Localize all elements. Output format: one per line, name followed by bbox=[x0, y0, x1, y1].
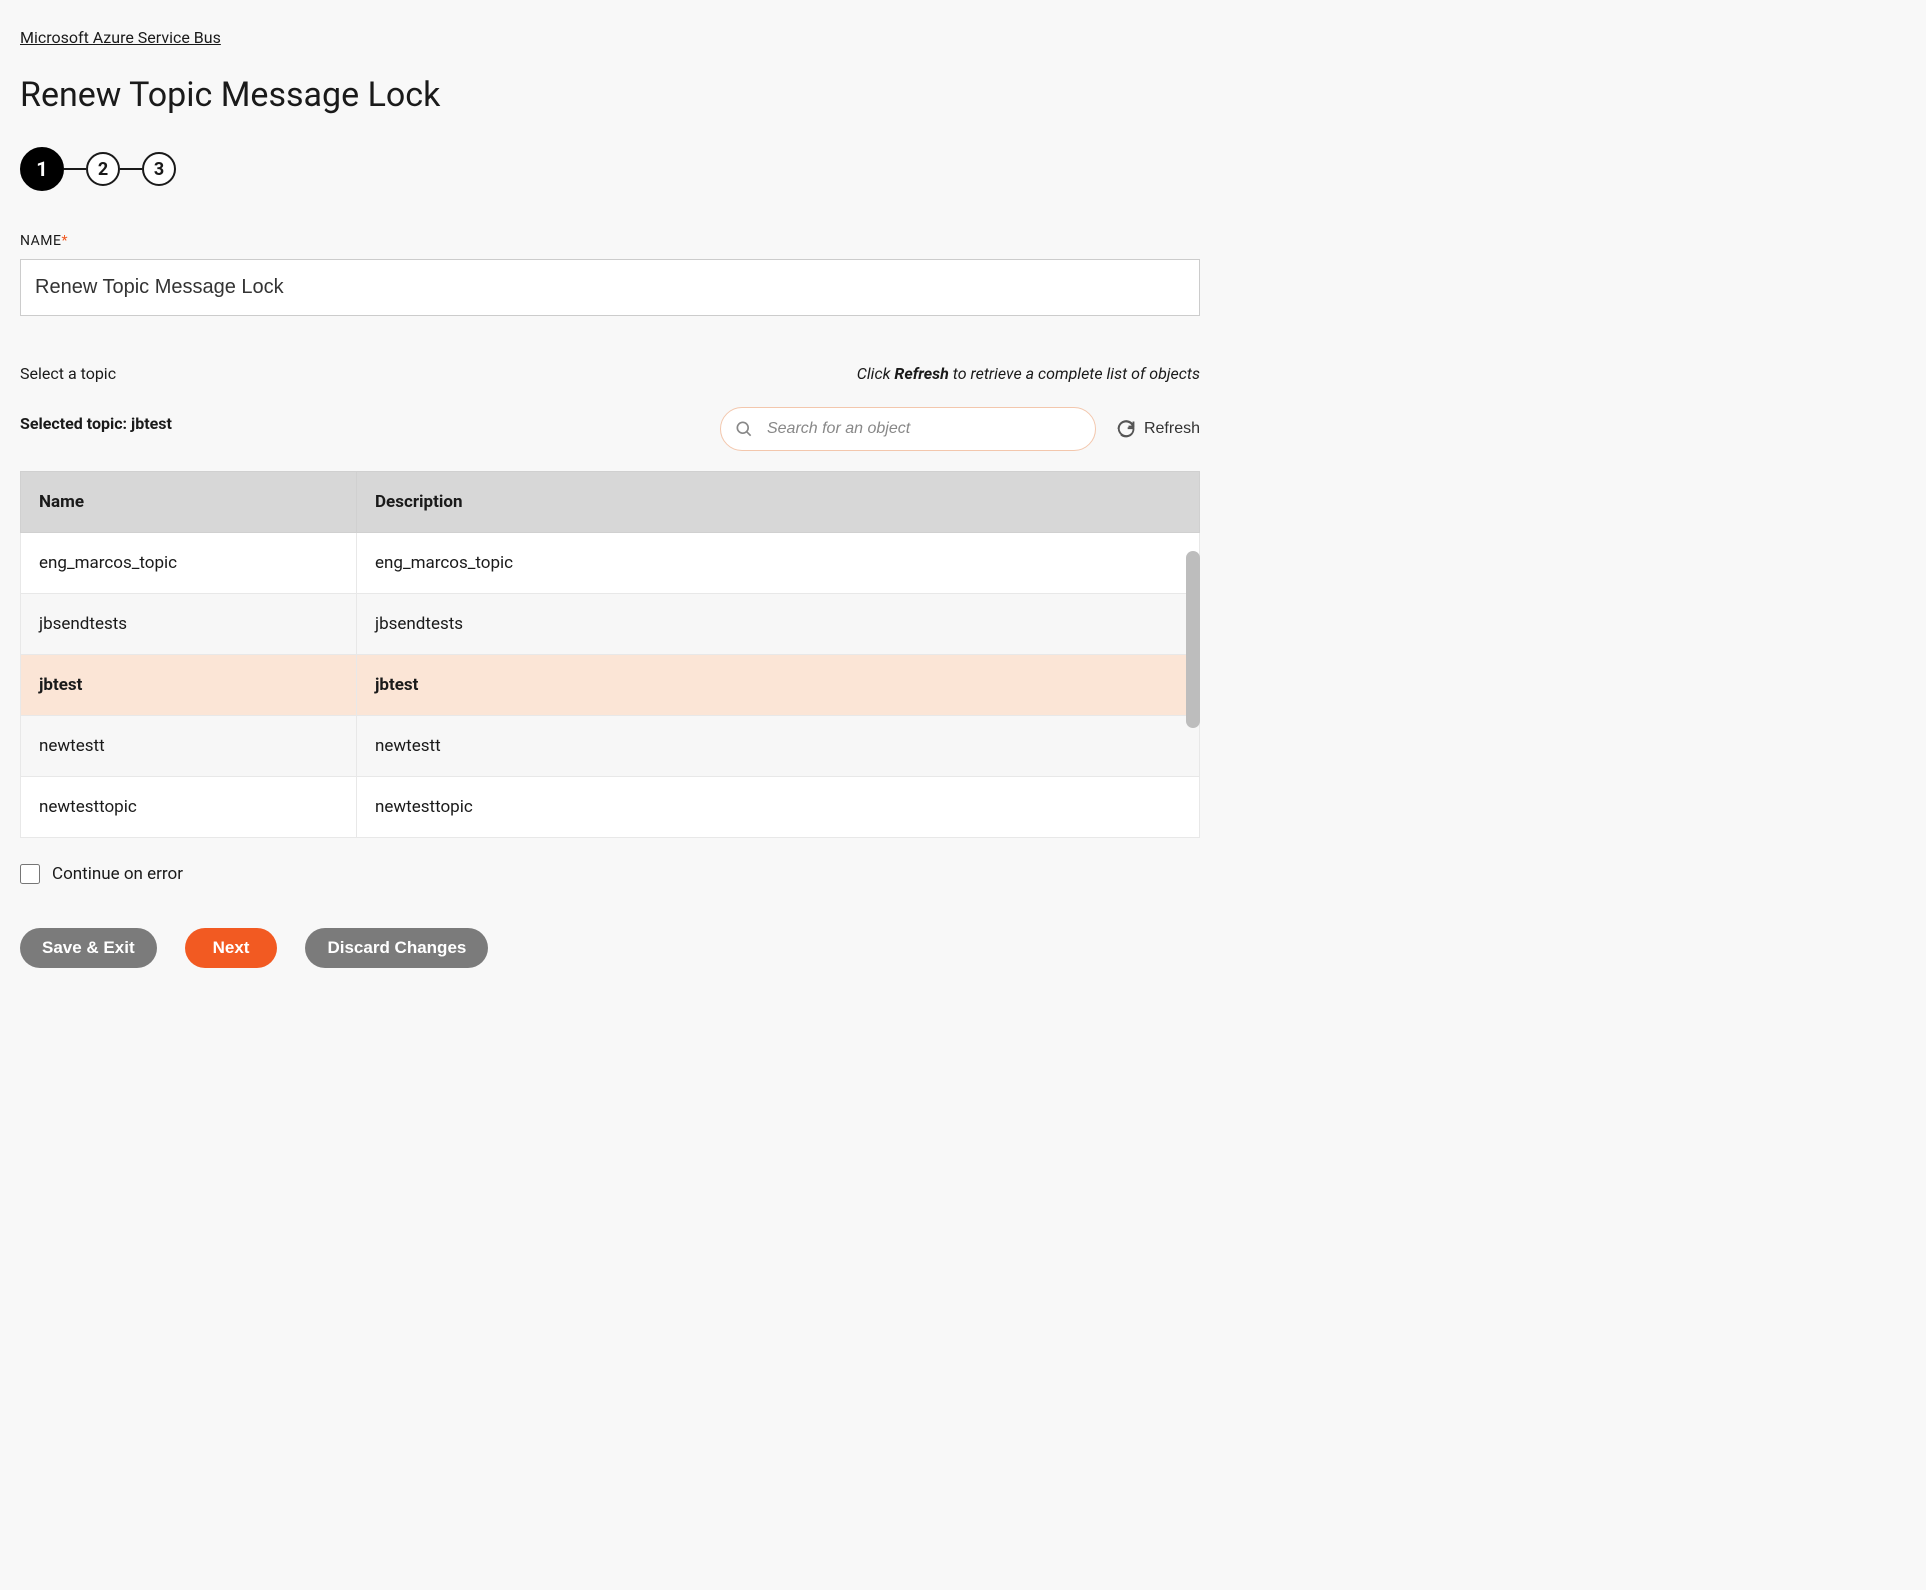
topics-table: Name Description eng_marcos_topiceng_mar… bbox=[20, 471, 1200, 838]
cell-description: jbtest bbox=[357, 655, 1200, 716]
step-connector bbox=[64, 168, 86, 170]
select-topic-label: Select a topic bbox=[20, 364, 116, 383]
discard-button[interactable]: Discard Changes bbox=[305, 928, 488, 968]
search-wrap bbox=[720, 407, 1096, 451]
table-row[interactable]: jbtestjbtest bbox=[21, 655, 1200, 716]
cell-name: eng_marcos_topic bbox=[21, 533, 357, 594]
refresh-icon bbox=[1116, 419, 1136, 439]
continue-on-error-checkbox[interactable] bbox=[20, 864, 40, 884]
col-header-description[interactable]: Description bbox=[357, 472, 1200, 533]
cell-name: jbsendtests bbox=[21, 594, 357, 655]
selected-topic-value: jbtest bbox=[131, 414, 172, 433]
breadcrumb-link[interactable]: Microsoft Azure Service Bus bbox=[20, 28, 221, 47]
name-field-label: NAME* bbox=[20, 233, 1200, 249]
cell-name: newtesttopic bbox=[21, 777, 357, 838]
step-1[interactable]: 1 bbox=[20, 147, 64, 191]
table-row[interactable]: newtesttnewtestt bbox=[21, 716, 1200, 777]
selected-topic-prefix: Selected topic: bbox=[20, 414, 131, 433]
cell-description: newtesttopic bbox=[357, 777, 1200, 838]
continue-on-error-label[interactable]: Continue on error bbox=[52, 864, 183, 884]
table-row[interactable]: jbsendtestsjbsendtests bbox=[21, 594, 1200, 655]
cell-description: newtestt bbox=[357, 716, 1200, 777]
refresh-button[interactable]: Refresh bbox=[1116, 419, 1200, 439]
scrollbar-thumb[interactable] bbox=[1186, 551, 1200, 728]
step-connector bbox=[120, 168, 142, 170]
topics-table-wrap: Name Description eng_marcos_topiceng_mar… bbox=[20, 471, 1200, 838]
wizard-stepper: 1 2 3 bbox=[20, 147, 1200, 191]
name-label-text: NAME bbox=[20, 233, 61, 249]
selected-topic: Selected topic: jbtest bbox=[20, 414, 172, 433]
cell-description: eng_marcos_topic bbox=[357, 533, 1200, 594]
step-2[interactable]: 2 bbox=[86, 152, 120, 186]
table-row[interactable]: newtesttopicnewtesttopic bbox=[21, 777, 1200, 838]
table-row[interactable]: eng_marcos_topiceng_marcos_topic bbox=[21, 533, 1200, 594]
step-3[interactable]: 3 bbox=[142, 152, 176, 186]
next-button[interactable]: Next bbox=[185, 928, 278, 968]
search-icon bbox=[734, 419, 754, 439]
page-title: Renew Topic Message Lock bbox=[20, 75, 1200, 115]
hint-suffix: to retrieve a complete list of objects bbox=[949, 364, 1200, 383]
cell-name: jbtest bbox=[21, 655, 357, 716]
refresh-hint: Click Refresh to retrieve a complete lis… bbox=[857, 364, 1200, 383]
cell-description: jbsendtests bbox=[357, 594, 1200, 655]
hint-prefix: Click bbox=[857, 364, 895, 383]
search-input[interactable] bbox=[720, 407, 1096, 451]
hint-bold: Refresh bbox=[894, 364, 948, 383]
save-exit-button[interactable]: Save & Exit bbox=[20, 928, 157, 968]
required-mark: * bbox=[61, 233, 68, 249]
col-header-name[interactable]: Name bbox=[21, 472, 357, 533]
cell-name: newtestt bbox=[21, 716, 357, 777]
name-input[interactable] bbox=[20, 259, 1200, 316]
refresh-label: Refresh bbox=[1144, 420, 1200, 438]
